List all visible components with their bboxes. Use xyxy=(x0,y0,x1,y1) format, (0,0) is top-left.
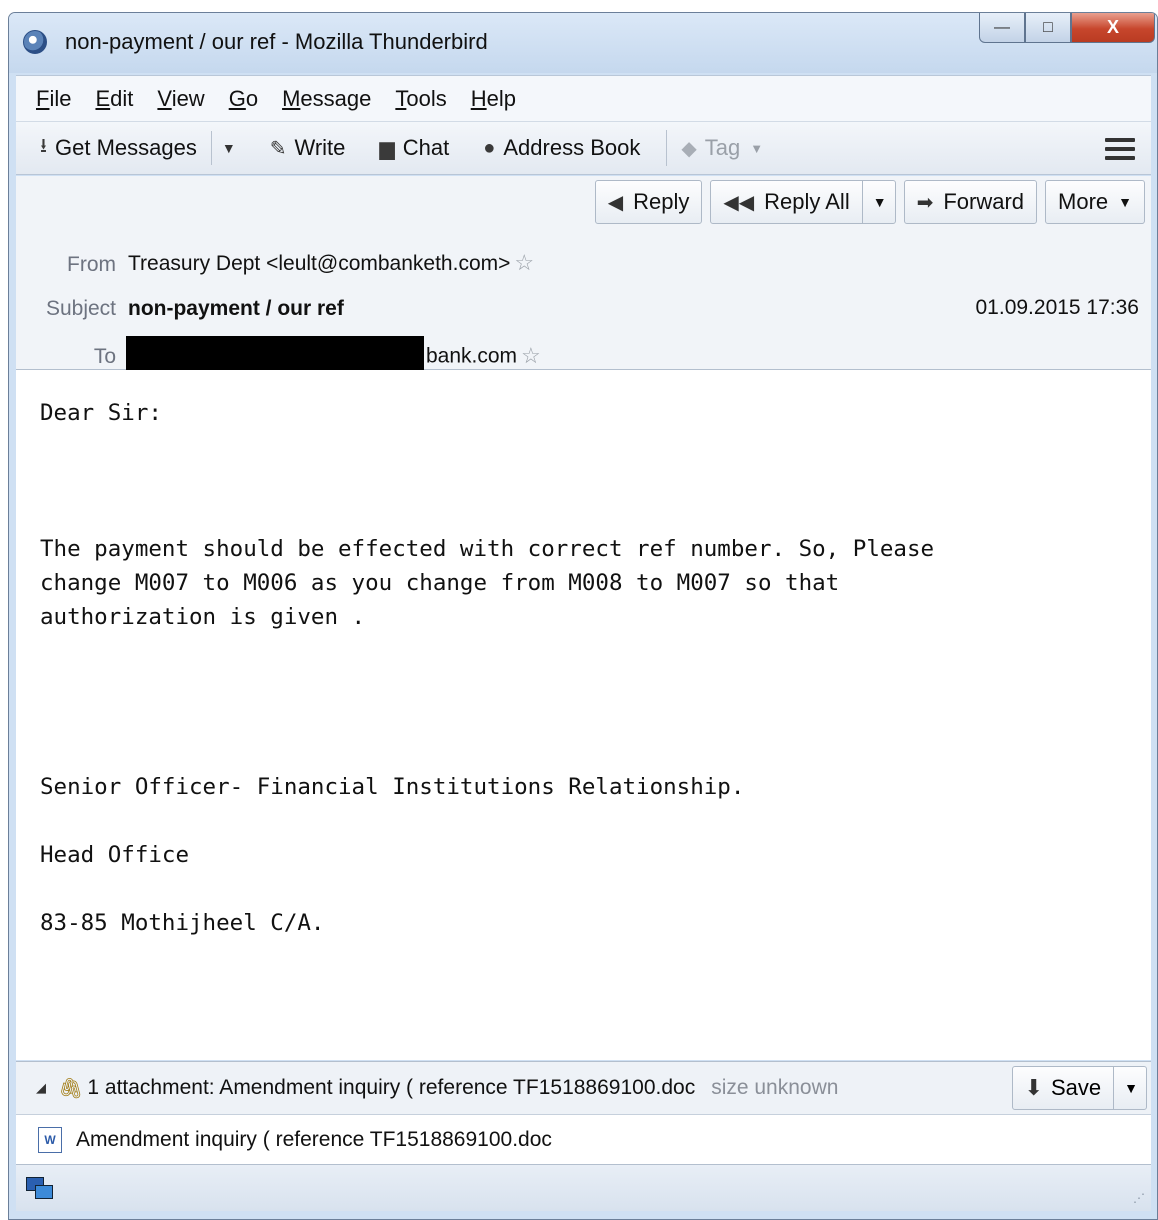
attachment-size: size unknown xyxy=(711,1076,839,1099)
reply-all-label: Reply All xyxy=(764,189,850,214)
more-label: More xyxy=(1058,189,1109,214)
message-actions: ◀ Reply ◀◀ Reply All ▼ ➡ Forward More ▼ xyxy=(587,180,1145,224)
body-signature-office: Head Office xyxy=(40,842,190,868)
to-value[interactable]: bank.com xyxy=(426,345,517,368)
from-field: Treasury Dept <leult@combanketh.com> ☆ xyxy=(128,250,534,276)
close-button[interactable]: X xyxy=(1071,13,1155,43)
reply-label: Reply xyxy=(633,189,690,214)
main-toolbar: ⭳ Get Messages ▼ ✎ Write ▆ Chat ● Addres… xyxy=(16,121,1151,175)
menu-tools[interactable]: Tools xyxy=(395,86,446,112)
save-attachment-button[interactable]: ⬇ Save ▼ xyxy=(1011,1066,1147,1110)
reply-arrow-icon: ◀ xyxy=(607,191,624,214)
window-controls: — □ X xyxy=(979,13,1155,45)
menu-tools-accel: T xyxy=(395,85,407,111)
tag-icon: ◆ xyxy=(681,137,697,160)
menu-help-accel: H xyxy=(470,85,487,111)
menu-go-label: o xyxy=(245,85,259,111)
menu-view[interactable]: View xyxy=(157,86,204,112)
tag-label: Tag xyxy=(704,135,741,160)
resize-grip-icon[interactable]: ⋰ xyxy=(1133,1191,1145,1205)
pencil-icon: ✎ xyxy=(269,137,287,160)
maximize-button[interactable]: □ xyxy=(1025,13,1071,43)
word-document-icon: W xyxy=(38,1126,62,1153)
menu-go[interactable]: Go xyxy=(229,86,258,112)
body-signature-address: 83-85 Mothijheel C/A. xyxy=(40,910,325,936)
address-book-label: Address Book xyxy=(503,135,641,160)
body-paragraph: The payment should be effected with corr… xyxy=(40,536,935,630)
download-icon: ⭳ xyxy=(40,135,47,157)
forward-label: Forward xyxy=(943,189,1025,214)
minimize-button[interactable]: — xyxy=(979,13,1025,43)
tag-button[interactable]: ◆ Tag ▼ xyxy=(681,135,763,161)
thunderbird-app-icon xyxy=(23,30,47,54)
menu-message-label: essage xyxy=(300,85,372,111)
online-status-icon[interactable] xyxy=(26,1177,53,1199)
attachment-item[interactable]: Amendment inquiry ( reference TF15188691… xyxy=(76,1128,552,1152)
get-messages-dropdown-icon[interactable]: ▼ xyxy=(222,140,236,156)
get-messages-button[interactable]: ⭳ Get Messages xyxy=(40,131,197,165)
address-book-button[interactable]: ● Address Book xyxy=(483,135,640,161)
menu-message-accel: M xyxy=(282,85,301,111)
save-dropdown-icon[interactable]: ▼ xyxy=(1113,1067,1138,1109)
menu-view-label: iew xyxy=(171,85,205,111)
subject-value: non-payment / our ref xyxy=(128,297,344,320)
menu-bar: File Edit View Go Message Tools Help xyxy=(16,75,1151,121)
menu-help-label: elp xyxy=(486,85,516,111)
status-bar: ⋰ xyxy=(16,1165,1151,1211)
thunderbird-window: non-payment / our ref - Mozilla Thunderb… xyxy=(8,12,1158,1220)
write-label: Write xyxy=(294,135,346,160)
body-greeting: Dear Sir: xyxy=(40,400,162,426)
message-date: 01.09.2015 17:36 xyxy=(975,296,1140,319)
subject-label: Subject xyxy=(45,297,116,320)
get-messages-label: Get Messages xyxy=(55,135,197,160)
menu-help[interactable]: Help xyxy=(471,86,516,112)
menu-tools-label: ools xyxy=(406,85,447,111)
to-label: To xyxy=(93,345,116,368)
reply-all-button[interactable]: ◀◀ Reply All ▼ xyxy=(710,180,896,224)
menu-edit-label: dit xyxy=(110,85,134,111)
chat-button[interactable]: ▆ Chat xyxy=(379,135,449,161)
collapse-triangle-icon[interactable]: ◢ xyxy=(36,1080,46,1096)
attachment-list: W Amendment inquiry ( reference TF151886… xyxy=(16,1115,1151,1165)
from-label: From xyxy=(67,253,116,276)
window-title: non-payment / our ref - Mozilla Thunderb… xyxy=(65,29,488,54)
attachment-summary[interactable]: 1 attachment: Amendment inquiry ( refere… xyxy=(87,1076,695,1100)
app-menu-hamburger-icon[interactable] xyxy=(1105,138,1135,165)
toolbar-divider xyxy=(666,130,668,166)
write-button[interactable]: ✎ Write xyxy=(270,135,346,161)
body-signature-title: Senior Officer- Financial Institutions R… xyxy=(40,774,745,800)
forward-button[interactable]: ➡ Forward xyxy=(903,180,1038,224)
reply-button[interactable]: ◀ Reply xyxy=(594,180,703,224)
from-value[interactable]: Treasury Dept <leult@combanketh.com> xyxy=(128,252,510,275)
menu-edit-accel: E xyxy=(95,85,111,111)
menu-view-accel: V xyxy=(157,85,172,111)
message-header-pane: ◀ Reply ◀◀ Reply All ▼ ➡ Forward More ▼ … xyxy=(16,176,1151,378)
menu-file-label: ile xyxy=(49,85,72,111)
more-dropdown-icon: ▼ xyxy=(1118,194,1132,210)
toolbar-divider xyxy=(210,131,212,165)
tag-dropdown-icon: ▼ xyxy=(750,140,764,156)
menu-go-accel: G xyxy=(228,85,246,111)
star-icon[interactable]: ☆ xyxy=(514,250,534,275)
menu-message[interactable]: Message xyxy=(282,86,371,112)
more-button[interactable]: More ▼ xyxy=(1045,180,1145,224)
reply-all-arrow-icon: ◀◀ xyxy=(723,191,755,214)
save-label: Save xyxy=(1050,1075,1102,1100)
menu-edit[interactable]: Edit xyxy=(95,86,133,112)
person-icon: ● xyxy=(483,136,496,159)
message-body: Dear Sir: The payment should be effected … xyxy=(16,370,1151,1060)
paperclip-icon: 🖇 xyxy=(58,1077,84,1100)
menu-file-accel: F xyxy=(36,85,50,111)
reply-all-dropdown-icon[interactable]: ▼ xyxy=(861,181,887,223)
menu-file[interactable]: File xyxy=(36,86,71,112)
download-arrow-icon: ⬇ xyxy=(1024,1075,1043,1100)
chat-label: Chat xyxy=(402,135,450,160)
chat-bubble-icon: ▆ xyxy=(379,137,395,160)
star-icon[interactable]: ☆ xyxy=(521,343,541,368)
title-bar: non-payment / our ref - Mozilla Thunderb… xyxy=(9,13,1157,73)
attachment-bar: ◢ 🖇 1 attachment: Amendment inquiry ( re… xyxy=(16,1061,1151,1115)
forward-arrow-icon: ➡ xyxy=(916,191,934,214)
